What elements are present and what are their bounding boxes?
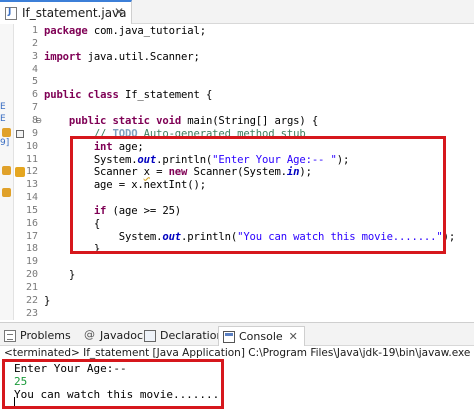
code-line[interactable]: import java.util.Scanner;: [44, 51, 200, 63]
java-file-icon: [5, 7, 17, 20]
problems-icon: [4, 329, 16, 342]
warning-icon: [2, 128, 11, 137]
code-line[interactable]: public class If_statement {: [44, 89, 212, 101]
editor-tab-bar: If_statement.java ✕: [0, 0, 474, 24]
task-marker-icon: [16, 129, 24, 138]
code-token: void: [156, 114, 182, 127]
line-number: 18: [25, 243, 38, 255]
line-number: 5: [31, 76, 38, 88]
tab-problems[interactable]: Problems: [4, 327, 71, 344]
close-icon[interactable]: ✕: [289, 330, 298, 343]
package-icon: E: [0, 114, 6, 124]
code-highlight-box: [70, 136, 446, 254]
line-number: 2: [31, 37, 38, 49]
code-line[interactable]: public static void main(String[] args) {: [44, 115, 318, 127]
code-line[interactable]: }: [44, 295, 50, 307]
tab-console-label: Console: [239, 330, 283, 343]
package-explorer-edge: E E 9]: [0, 24, 14, 320]
package-icon: 9]: [0, 138, 10, 148]
line-number: 20: [25, 269, 38, 281]
tab-javadoc[interactable]: Javadoc: [84, 327, 143, 344]
warning-icon: [15, 167, 25, 178]
code-token: class: [87, 89, 119, 102]
tab-problems-label: Problems: [20, 329, 71, 342]
line-number: 3: [31, 50, 38, 62]
fold-icon[interactable]: ⊖: [35, 116, 42, 125]
code-token: }: [44, 269, 76, 282]
code-token: java.util.Scanner;: [81, 50, 200, 63]
warning-icon: [2, 188, 11, 197]
line-number: 19: [25, 256, 38, 268]
close-icon[interactable]: ✕: [114, 5, 124, 19]
line-number: 16: [25, 217, 38, 229]
line-number: 6: [31, 89, 38, 101]
tab-declaration-label: Declaration: [160, 329, 224, 342]
tab-console[interactable]: Console ✕: [218, 326, 305, 346]
javadoc-icon: [84, 328, 96, 342]
console-highlight-box: [2, 359, 224, 409]
line-number: 4: [31, 63, 38, 75]
line-number: 22: [25, 294, 38, 306]
code-line[interactable]: package com.java_tutorial;: [44, 25, 206, 37]
code-token: static: [112, 114, 151, 127]
code-token: package: [44, 25, 88, 37]
code-token: main(String[] args) {: [181, 114, 319, 127]
line-number: 7: [31, 102, 38, 114]
line-number: 1: [31, 25, 38, 36]
tab-declaration[interactable]: Declaration: [144, 327, 223, 344]
line-number: 10: [25, 140, 38, 152]
code-line[interactable]: }: [44, 269, 75, 281]
code-token: public: [44, 89, 82, 102]
line-number: 15: [25, 204, 38, 216]
package-icon: E: [0, 102, 6, 112]
editor-tab-if-statement[interactable]: If_statement.java ✕: [0, 0, 132, 24]
console-icon: [223, 330, 235, 343]
line-number-gutter: 1 2 3 4 5 6 7 8 9 10 11 12 13 14 15 16 17 18 19 20 21 22 23 ⊖: [14, 24, 42, 320]
bottom-view-tab-bar: Problems Javadoc Declaration Console ✕: [0, 322, 474, 346]
line-number: 13: [25, 179, 38, 191]
tab-javadoc-label: Javadoc: [100, 329, 143, 342]
code-token: com.java_tutorial;: [87, 25, 206, 37]
line-number: 14: [25, 192, 38, 204]
line-number: 17: [25, 230, 38, 242]
editor-tab-title: If_statement.java: [22, 6, 127, 20]
code-token: import: [44, 50, 82, 63]
code-token: If_statement {: [118, 89, 213, 102]
declaration-icon: [144, 329, 156, 342]
line-number: 23: [25, 307, 38, 319]
code-token: }: [44, 294, 51, 307]
warning-icon: [2, 166, 11, 175]
line-number: 21: [25, 282, 38, 293]
console-terminated-status: <terminated> If_statement [Java Applicat…: [4, 347, 474, 359]
code-token: public: [68, 114, 107, 127]
line-number: 11: [25, 153, 38, 165]
